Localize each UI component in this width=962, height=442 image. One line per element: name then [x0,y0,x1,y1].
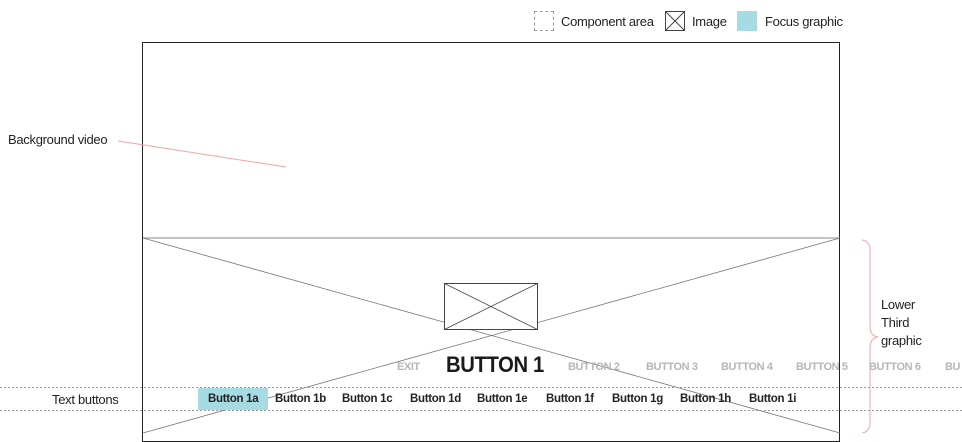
button-1g[interactable]: Button 1g [612,388,663,410]
text-buttons-label: Text buttons [52,392,119,407]
lower-third-brace [861,239,879,433]
background-video-label: Background video [8,132,108,147]
button-1a[interactable]: Button 1a [198,388,269,410]
button-1b[interactable]: Button 1b [275,388,326,410]
button-3[interactable]: BUTTON 3 [646,361,698,373]
button-4[interactable]: BUTTON 4 [721,361,773,373]
button-1h[interactable]: Button 1h [680,388,731,410]
button-2[interactable]: BUTTON 2 [568,361,620,373]
button-1c[interactable]: Button 1c [342,388,393,410]
background-video-leader [117,140,287,168]
button-1e[interactable]: Button 1e [477,388,528,410]
button-7-partial[interactable]: BU [945,361,960,373]
button-6[interactable]: BUTTON 6 [869,361,921,373]
button-1i[interactable]: Button 1i [749,388,796,410]
exit-button[interactable]: EXIT [397,361,420,373]
button-1[interactable]: BUTTON 1 [446,352,544,378]
lower-third-label: Lower Third graphic [881,297,922,348]
button-1d[interactable]: Button 1d [410,388,461,410]
button-5[interactable]: BUTTON 5 [796,361,848,373]
button-1f[interactable]: Button 1f [546,388,594,410]
